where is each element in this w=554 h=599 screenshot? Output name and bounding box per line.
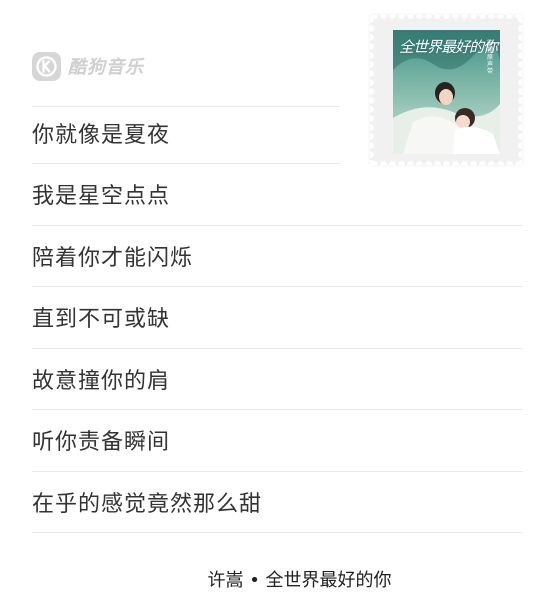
lyric-line: 陪着你才能闪烁 bbox=[32, 246, 194, 271]
divider bbox=[32, 225, 523, 226]
divider bbox=[32, 348, 523, 349]
divider bbox=[32, 471, 523, 472]
album-cover: 全世界最好的你 影视原声带 bbox=[393, 30, 500, 154]
divider bbox=[32, 532, 523, 533]
cover-subtitle: 影视原声带 bbox=[487, 40, 494, 75]
divider bbox=[32, 286, 523, 287]
divider bbox=[32, 409, 523, 410]
kugou-logo-icon bbox=[32, 51, 61, 81]
lyric-line: 我是星空点点 bbox=[32, 184, 171, 209]
brand-name: 酷狗音乐 bbox=[68, 57, 144, 78]
lyric-line: 在乎的感觉竟然那么甜 bbox=[32, 492, 263, 517]
song-caption: 许嵩 • 全世界最好的你 bbox=[207, 570, 392, 591]
cover-title: 全世界最好的你 bbox=[399, 38, 498, 56]
lyric-line: 你就像是夏夜 bbox=[32, 123, 171, 148]
lyric-line: 直到不可或缺 bbox=[32, 307, 171, 332]
divider bbox=[32, 106, 340, 107]
lyric-line: 故意撞你的肩 bbox=[32, 369, 171, 394]
kugou-brand: 酷狗音乐 bbox=[32, 50, 144, 82]
lyric-line: 听你责备瞬间 bbox=[32, 430, 171, 455]
divider bbox=[32, 163, 340, 164]
album-stamp: 全世界最好的你 影视原声带 bbox=[370, 15, 522, 165]
